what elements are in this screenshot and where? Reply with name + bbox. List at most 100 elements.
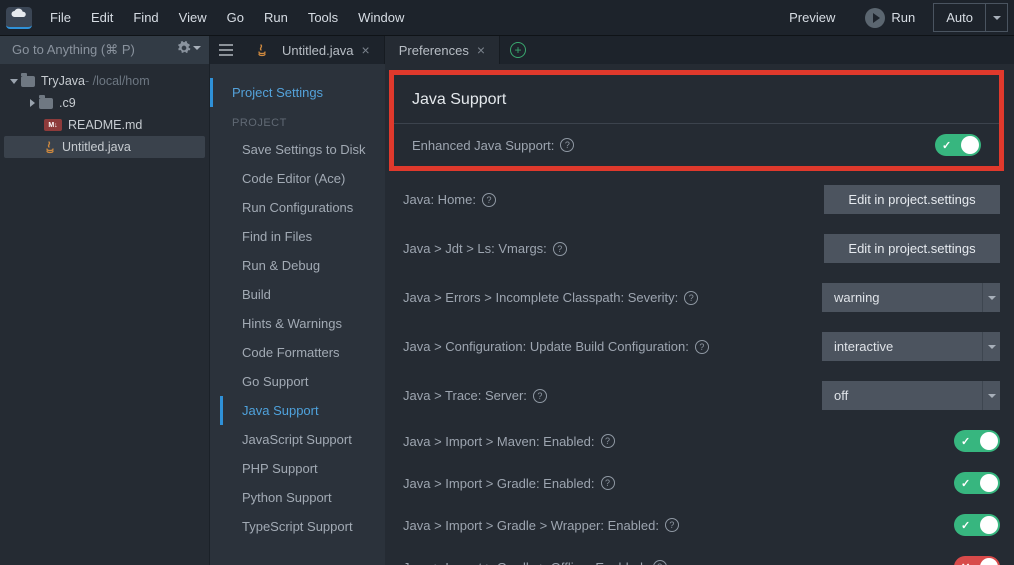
hamburger-icon [219, 44, 233, 56]
toggle-knob [980, 516, 998, 534]
tree-root[interactable]: TryJava - /local/hom [4, 70, 205, 92]
sidebar-item-run-debug[interactable]: Run & Debug [210, 251, 385, 280]
sidebar-item-code-editor-ace[interactable]: Code Editor (Ace) [210, 164, 385, 193]
tree-file-readme[interactable]: M↓ README.md [4, 114, 205, 136]
menu-file[interactable]: File [42, 6, 79, 29]
tree-file-untitled-java[interactable]: Untitled.java [4, 136, 205, 158]
tree-label: Untitled.java [62, 140, 131, 154]
sidebar-item-build[interactable]: Build [210, 280, 385, 309]
select-dropdown-button[interactable] [982, 332, 1000, 361]
select-dropdown-button[interactable] [982, 381, 1000, 410]
check-icon: ✓ [961, 435, 970, 448]
markdown-icon: M↓ [44, 119, 62, 131]
sidebar-item-javascript-support[interactable]: JavaScript Support [210, 425, 385, 454]
goto-anything[interactable]: Go to Anything (⌘ P) [0, 36, 210, 64]
tree-root-name: TryJava [41, 74, 85, 88]
help-icon[interactable]: ? [560, 138, 574, 152]
chevron-down-icon [993, 16, 1001, 20]
tab-close-button[interactable]: × [477, 42, 485, 58]
sidebar-item-find-in-files[interactable]: Find in Files [210, 222, 385, 251]
menu-go[interactable]: Go [219, 6, 252, 29]
menu-find[interactable]: Find [125, 6, 166, 29]
tab-preferences[interactable]: Preferences × [385, 36, 500, 64]
setting-label: Java > Import > Gradle: Enabled: [403, 476, 595, 491]
chevron-right-icon [30, 99, 35, 107]
toggle-java-import-gradle-wrapper-enabled[interactable]: ✓ [954, 514, 1000, 536]
menu-window[interactable]: Window [350, 6, 412, 29]
tab-label: Untitled.java [282, 43, 354, 58]
tree-settings-button[interactable] [177, 41, 201, 55]
edit-in-project-settings-button[interactable]: Edit in project.settings [824, 185, 1000, 214]
setting-java-home: Java: Home:?Edit in project.settings [399, 175, 1004, 224]
tab-close-button[interactable]: × [362, 42, 370, 58]
setting-java-jdt-ls-vmargs: Java > Jdt > Ls: Vmargs:? Edit in project… [399, 224, 1004, 273]
edit-in-project-settings-button[interactable]: Edit in project.settings [824, 234, 1000, 263]
new-tab-button[interactable]: + [500, 36, 536, 64]
folder-icon [21, 76, 35, 87]
tree-label: .c9 [59, 96, 76, 110]
setting-label: Java > Jdt > Ls: Vmargs: [403, 241, 547, 256]
help-icon[interactable]: ? [482, 193, 496, 207]
sidebar-item-php-support[interactable]: PHP Support [210, 454, 385, 483]
sidebar-item-run-configurations[interactable]: Run Configurations [210, 193, 385, 222]
sidebar-section-project: PROJECT [210, 107, 385, 135]
select-java-errors-incomplete-classpath-severity[interactable]: warning [822, 283, 982, 312]
folder-icon [39, 98, 53, 109]
sidebar-item-python-support[interactable]: Python Support [210, 483, 385, 512]
help-icon[interactable]: ? [653, 560, 667, 565]
menu-tools[interactable]: Tools [300, 6, 346, 29]
menu-view[interactable]: View [171, 6, 215, 29]
toggle-knob [961, 136, 979, 154]
check-icon: ✓ [961, 519, 970, 532]
tree-folder-c9[interactable]: .c9 [4, 92, 205, 114]
cloud9-logo[interactable] [6, 7, 32, 29]
sidebar-item-save-settings-to-disk[interactable]: Save Settings to Disk [210, 135, 385, 164]
toggle-enhanced-java-support[interactable]: ✓ [935, 134, 981, 156]
chevron-down-icon [988, 345, 996, 349]
sidebar-item-typescript-support[interactable]: TypeScript Support [210, 512, 385, 541]
chevron-down-icon [988, 296, 996, 300]
top-menu: File Edit Find View Go Run Tools Window [42, 6, 412, 29]
setting-java-import-gradle-offline-enabled: Java > Import > Gradle > Offline: Enable… [399, 546, 1004, 565]
toggle-java-import-gradle-offline-enabled[interactable]: ✕ [954, 556, 1000, 565]
check-icon: ✓ [961, 477, 970, 490]
help-icon[interactable]: ? [601, 476, 615, 490]
help-icon[interactable]: ? [601, 434, 615, 448]
run-button[interactable]: Run [855, 6, 925, 30]
tab-list-button[interactable] [210, 36, 242, 64]
setting-java-import-gradle-enabled: Java > Import > Gradle: Enabled:? ✓ [399, 462, 1004, 504]
help-icon[interactable]: ? [695, 340, 709, 354]
setting-java-import-gradle-wrapper-enabled: Java > Import > Gradle > Wrapper: Enable… [399, 504, 1004, 546]
select-dropdown-button[interactable] [982, 283, 1000, 312]
setting-java-configuration-update-build-configuration: Java > Configuration: Update Build Confi… [399, 322, 1004, 371]
sidebar-item-hints-warnings[interactable]: Hints & Warnings [210, 309, 385, 338]
toggle-knob [980, 474, 998, 492]
toggle-java-import-maven-enabled[interactable]: ✓ [954, 430, 1000, 452]
setting-label: Java > Import > Gradle > Wrapper: Enable… [403, 518, 659, 533]
check-icon: ✓ [942, 139, 951, 152]
sidebar-item-code-formatters[interactable]: Code Formatters [210, 338, 385, 367]
help-icon[interactable]: ? [553, 242, 567, 256]
gear-icon [177, 41, 191, 55]
sidebar-item-go-support[interactable]: Go Support [210, 367, 385, 396]
preview-button[interactable]: Preview [777, 6, 847, 29]
menu-run[interactable]: Run [256, 6, 296, 29]
sidebar-project-settings[interactable]: Project Settings [210, 78, 385, 107]
toggle-java-import-gradle-enabled[interactable]: ✓ [954, 472, 1000, 494]
help-icon[interactable]: ? [665, 518, 679, 532]
help-icon[interactable]: ? [684, 291, 698, 305]
select-java-configuration-update-build-configuration[interactable]: interactive [822, 332, 982, 361]
menu-edit[interactable]: Edit [83, 6, 121, 29]
tree-root-path: - /local/hom [85, 74, 150, 88]
auto-dropdown[interactable] [986, 3, 1008, 32]
sidebar-item-java-support[interactable]: Java Support [210, 396, 385, 425]
setting-label: Enhanced Java Support: [412, 138, 554, 153]
select-java-trace-server[interactable]: off [822, 381, 982, 410]
plus-icon: + [510, 42, 526, 58]
tab-untitled-java[interactable]: Untitled.java × [242, 36, 385, 64]
auto-button[interactable]: Auto [933, 3, 986, 32]
setting-java-errors-incomplete-classpath-severity: Java > Errors > Incomplete Classpath: Se… [399, 273, 1004, 322]
help-icon[interactable]: ? [533, 389, 547, 403]
tab-label: Preferences [399, 43, 469, 58]
play-icon [865, 8, 885, 28]
